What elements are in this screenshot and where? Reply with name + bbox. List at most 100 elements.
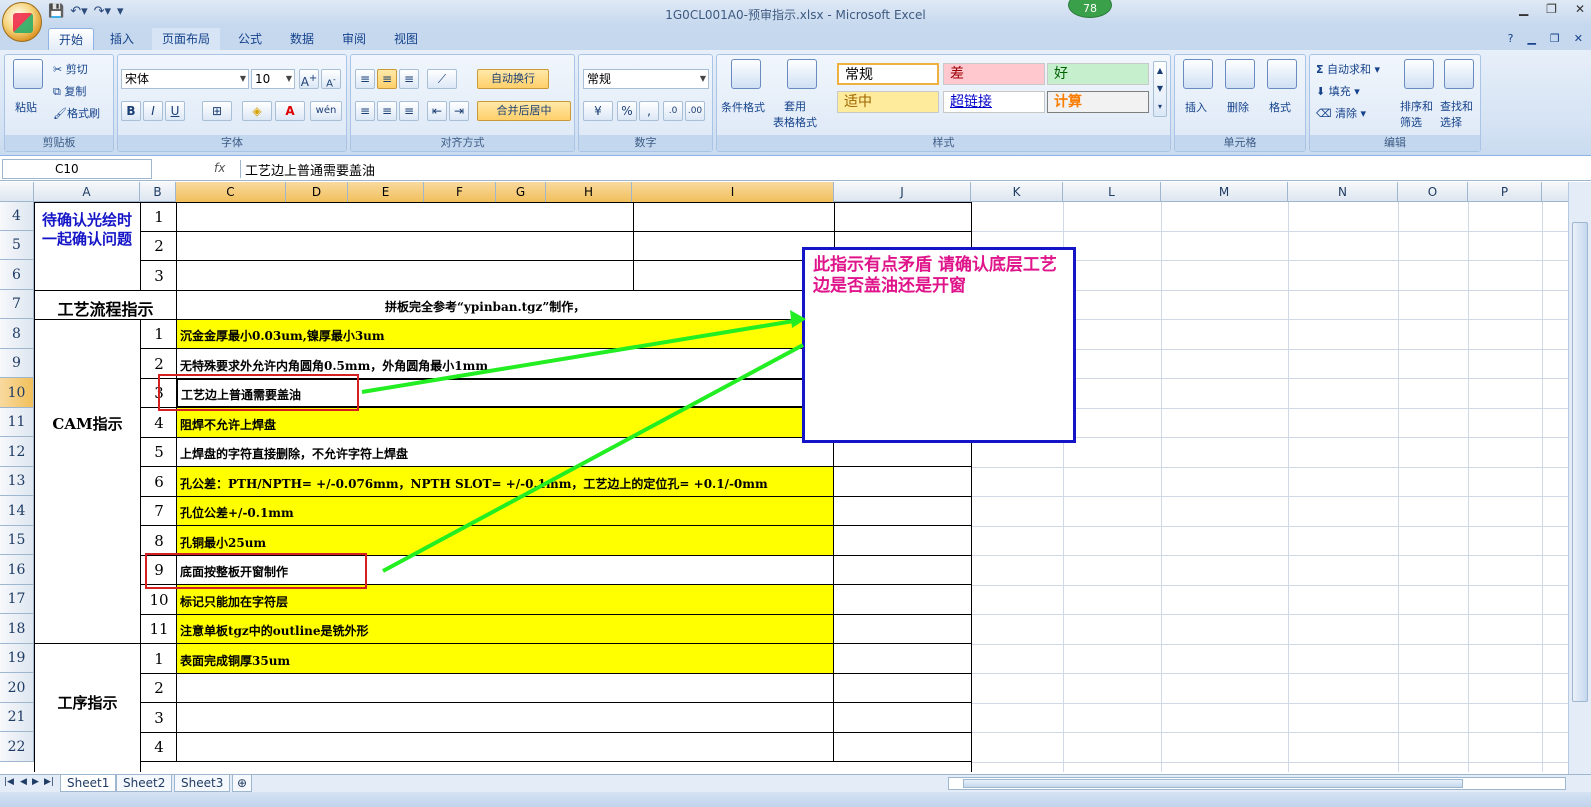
decrease-indent-icon[interactable]: ⇤ [427, 101, 447, 121]
minimize-icon[interactable]: ▁ [1519, 2, 1528, 16]
table-cell[interactable] [833, 732, 972, 762]
tab-home[interactable]: 开始 [48, 28, 95, 50]
tab-view[interactable]: 视图 [384, 28, 428, 50]
table-format-button[interactable]: 套用 表格格式 [773, 99, 817, 131]
highlighted-cell[interactable]: 注意单板tgz中的outline是铣外形 [176, 614, 834, 644]
row-header[interactable]: 14 [0, 496, 34, 526]
function-icon[interactable]: fx [214, 161, 225, 175]
column-header[interactable]: O [1398, 182, 1468, 202]
row-header[interactable]: 4 [0, 202, 34, 231]
align-left-icon[interactable]: ≡ [355, 101, 375, 121]
column-header[interactable]: D [286, 182, 348, 202]
align-top-icon[interactable]: ≡ [355, 69, 375, 89]
row-header[interactable]: 8 [0, 319, 34, 349]
tab-review[interactable]: 审阅 [332, 28, 376, 50]
table-cell[interactable] [176, 202, 634, 232]
column-header[interactable]: H [546, 182, 632, 202]
annotation-textbox[interactable]: 此指示有点矛盾 请确认底层工艺边是否盖油还是开窗 [802, 247, 1076, 443]
row-header[interactable]: 18 [0, 614, 34, 644]
font-name-select[interactable]: 宋体 ▼ [121, 69, 249, 89]
table-cell[interactable]: 3 [140, 260, 177, 291]
highlighted-cell[interactable]: 孔公差：PTH/NPTH= +/-0.076mm，NPTH SLOT= +/-0… [176, 466, 834, 497]
row-header[interactable]: 13 [0, 467, 34, 496]
tab-data[interactable]: 数据 [280, 28, 324, 50]
column-header[interactable]: F [424, 182, 496, 202]
conditional-format-icon[interactable] [731, 59, 761, 89]
column-header[interactable]: J [834, 182, 971, 202]
column-header[interactable]: K [971, 182, 1063, 202]
horizontal-scrollbar[interactable] [948, 777, 1566, 790]
sort-filter-button[interactable]: 排序和 筛选 [1400, 99, 1433, 131]
next-sheet-icon[interactable]: ▶ [32, 777, 39, 787]
table-cell[interactable] [176, 732, 834, 762]
procedure-header-cell[interactable]: 工序指示 [34, 643, 141, 772]
copy-button[interactable]: ⧉ 复制 [53, 83, 86, 99]
highlighted-cell[interactable]: 孔位公差+/-0.1mm [176, 496, 834, 526]
column-header[interactable]: M [1161, 182, 1288, 202]
style-hyperlink[interactable]: 超链接 [943, 91, 1045, 113]
row-header[interactable]: 5 [0, 231, 34, 260]
shrink-font-button[interactable]: A- [321, 69, 341, 89]
phonetic-icon[interactable]: wén [310, 101, 342, 121]
sheet-tab-sheet3[interactable]: Sheet3 [174, 775, 231, 792]
row-header[interactable]: 9 [0, 349, 34, 378]
table-cell[interactable]: 6 [140, 466, 177, 497]
font-size-select[interactable]: 10 ▼ [251, 69, 295, 89]
close-icon[interactable]: ✕ [1575, 2, 1585, 16]
table-cell[interactable] [176, 231, 634, 261]
style-bad[interactable]: 差 [943, 63, 1045, 85]
table-cell[interactable]: 1 [140, 643, 177, 674]
row-header[interactable]: 15 [0, 526, 34, 555]
column-header[interactable]: B [140, 182, 176, 202]
column-header[interactable]: G [496, 182, 546, 202]
row-header[interactable]: 16 [0, 555, 34, 585]
table-cell[interactable]: 1 [140, 202, 177, 232]
prev-sheet-icon[interactable]: ◀ [20, 777, 27, 787]
style-normal[interactable]: 常规 [837, 63, 939, 85]
format-cells-button[interactable]: 格式 [1269, 99, 1291, 115]
column-header[interactable]: P [1468, 182, 1542, 202]
border-icon[interactable]: ⊞ [202, 101, 232, 121]
row-header[interactable]: 22 [0, 732, 34, 762]
scroll-thumb[interactable] [963, 779, 1463, 788]
column-header[interactable]: C [176, 182, 286, 202]
table-format-icon[interactable] [787, 59, 817, 89]
table-cell[interactable] [176, 260, 634, 291]
highlighted-cell[interactable]: 阻焊不允许上焊盘 [176, 407, 834, 438]
table-cell[interactable] [834, 202, 972, 232]
table-cell[interactable] [833, 643, 972, 674]
align-bottom-icon[interactable]: ≡ [399, 69, 419, 89]
restore-icon[interactable]: ❐ [1546, 2, 1557, 16]
table-cell[interactable]: 2 [140, 673, 177, 703]
ribbon-minimize-icon[interactable]: ▁ [1527, 32, 1535, 45]
increase-indent-icon[interactable]: ⇥ [449, 101, 469, 121]
wrap-text-button[interactable]: 自动换行 [477, 69, 549, 89]
vertical-scrollbar[interactable] [1568, 182, 1591, 774]
font-color-icon[interactable]: A [275, 101, 305, 121]
first-sheet-icon[interactable]: |◀ [4, 777, 14, 787]
last-sheet-icon[interactable]: ▶| [44, 777, 54, 787]
table-cell[interactable]: 7 [140, 496, 177, 526]
column-header[interactable]: N [1288, 182, 1398, 202]
tab-insert[interactable]: 插入 [100, 28, 144, 50]
fill-color-icon[interactable]: ◈ [242, 101, 272, 121]
table-cell[interactable] [833, 702, 972, 733]
table-cell[interactable]: 1 [140, 319, 177, 349]
worksheet-grid[interactable]: 4 5 6 7 8 9 10 11 12 13 14 15 16 17 18 1… [0, 202, 1568, 772]
style-calculation[interactable]: 计算 [1047, 91, 1149, 113]
table-cell[interactable]: 11 [140, 614, 177, 644]
table-cell[interactable] [176, 673, 834, 703]
row-header[interactable]: 10 [0, 378, 34, 408]
row-header[interactable]: 12 [0, 437, 34, 467]
table-cell[interactable]: 4 [140, 407, 177, 438]
table-cell[interactable] [833, 466, 972, 497]
delete-cells-icon[interactable] [1225, 59, 1255, 89]
table-cell[interactable]: 5 [140, 437, 177, 467]
percent-icon[interactable]: % [617, 101, 637, 121]
conditional-format-button[interactable]: 条件格式 [721, 99, 765, 115]
format-painter-button[interactable]: 🖌格式刷 [53, 105, 100, 121]
table-cell[interactable] [833, 496, 972, 526]
cut-button[interactable]: ✂ 剪切 [53, 61, 88, 77]
table-cell[interactable] [833, 555, 972, 585]
ribbon-restore-icon[interactable]: ❐ [1550, 32, 1560, 45]
